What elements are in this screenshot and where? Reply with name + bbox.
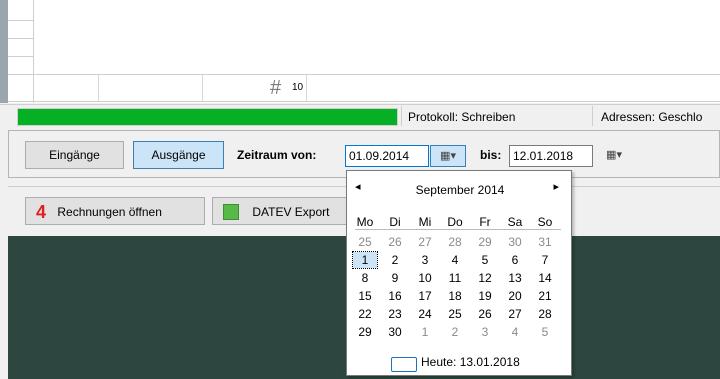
calendar-day-other-month[interactable]: 31 xyxy=(533,234,557,250)
datev-export-button[interactable]: DATEV Export xyxy=(212,197,352,225)
calendar-day[interactable]: 19 xyxy=(473,288,497,304)
calendar-day[interactable]: 11 xyxy=(443,270,467,286)
window-left-border xyxy=(0,0,8,103)
calendar-day-other-month[interactable]: 26 xyxy=(383,234,407,250)
calendar-day[interactable]: 24 xyxy=(413,306,437,322)
today-link[interactable]: Heute: 13.01.2018 xyxy=(421,355,520,369)
status-separator xyxy=(592,106,593,126)
calendar-weekday: Mi xyxy=(418,215,432,229)
calendar-day[interactable]: 4 xyxy=(443,252,467,268)
rechnungen-label: Rechnungen öffnen xyxy=(57,204,162,219)
grid-row-line xyxy=(8,20,34,21)
calendar-weekday: Do xyxy=(447,215,463,229)
calendar-day[interactable]: 23 xyxy=(383,306,407,322)
calendar-month-title[interactable]: September 2014 xyxy=(347,183,573,197)
calendar-day[interactable]: 29 xyxy=(353,324,377,340)
calendar-day[interactable]: 13 xyxy=(503,270,527,286)
calendar-day[interactable]: 16 xyxy=(383,288,407,304)
calendar-popup[interactable]: ◂ September 2014 ▸ Mo Di Mi Do Fr Sa So 25 26 27… xyxy=(346,170,572,376)
count-cell: # 10 xyxy=(270,78,330,98)
calendar-day-other-month[interactable]: 30 xyxy=(503,234,527,250)
bis-label: bis: xyxy=(480,148,502,162)
calendar-day[interactable]: 6 xyxy=(503,252,527,268)
calendar-day[interactable]: 7 xyxy=(533,252,557,268)
calendar-day[interactable]: 26 xyxy=(473,306,497,322)
datev-icon xyxy=(223,203,239,220)
grid-row-line xyxy=(8,56,34,57)
calendar-day[interactable]: 18 xyxy=(443,288,467,304)
calendar-day[interactable]: 17 xyxy=(413,288,437,304)
date-to-field[interactable]: 12.01.2018 xyxy=(509,145,593,167)
calendar-day[interactable]: 21 xyxy=(533,288,557,304)
grid-row-line xyxy=(8,38,34,39)
today-marker-icon xyxy=(391,357,417,372)
calendar-weekday: Di xyxy=(389,215,401,229)
calendar-day[interactable]: 9 xyxy=(383,270,407,286)
calendar-day[interactable]: 1 xyxy=(352,251,378,269)
status-adressen: Adressen: Geschlo xyxy=(601,110,703,124)
calendar-day-other-month[interactable]: 28 xyxy=(443,234,467,250)
calendar-icon: ▦ xyxy=(440,150,451,162)
status-protokoll: Protokoll: Schreiben xyxy=(408,110,516,124)
calendar-day[interactable]: 20 xyxy=(503,288,527,304)
grid-row-line xyxy=(8,74,720,75)
grid-col-line xyxy=(98,75,99,101)
chevron-down-icon: ▾ xyxy=(616,149,622,161)
calendar-day[interactable]: 5 xyxy=(473,252,497,268)
row-count: 10 xyxy=(292,82,304,93)
date-to-calendar-button[interactable]: ▦▾ xyxy=(596,145,632,167)
calendar-weekday: Mo xyxy=(356,215,374,229)
grid-row-line xyxy=(8,101,720,102)
zeitraum-label: Zeitraum von: xyxy=(237,148,317,162)
calendar-day[interactable]: 3 xyxy=(413,252,437,268)
calendar-weekday: So xyxy=(537,215,553,229)
calendar-day[interactable]: 28 xyxy=(533,306,557,322)
calendar-day[interactable]: 22 xyxy=(353,306,377,322)
calendar-weekday: Fr xyxy=(479,215,491,229)
grid-col-line xyxy=(202,75,203,101)
calendar-day-other-month[interactable]: 1 xyxy=(413,324,437,340)
calendar-icon: ▦ xyxy=(606,149,617,161)
calendar-day-other-month[interactable]: 4 xyxy=(503,324,527,340)
chevron-right-icon[interactable]: ▸ xyxy=(553,180,559,193)
calendar-day[interactable]: 25 xyxy=(443,306,467,322)
calendar-day[interactable]: 8 xyxy=(353,270,377,286)
calendar-day[interactable]: 12 xyxy=(473,270,497,286)
chevron-down-icon: ▾ xyxy=(450,150,456,162)
calendar-day[interactable]: 30 xyxy=(383,324,407,340)
datev-label: DATEV Export xyxy=(252,204,330,219)
ausgaenge-button[interactable]: Ausgänge xyxy=(133,141,224,169)
calendar-day-other-month[interactable]: 2 xyxy=(443,324,467,340)
progress-bar xyxy=(17,108,398,126)
eingaenge-button[interactable]: Eingänge xyxy=(25,141,124,169)
hash-icon: # xyxy=(270,77,282,99)
calendar-weekday: Sa xyxy=(507,215,523,229)
calendar-day-other-month[interactable]: 29 xyxy=(473,234,497,250)
date-from-field[interactable]: 01.09.2014 xyxy=(345,145,429,167)
data-grid[interactable]: # 10 xyxy=(0,0,720,103)
calendar-day[interactable]: 15 xyxy=(353,288,377,304)
calendar-day-other-month[interactable]: 5 xyxy=(533,324,557,340)
calendar-day[interactable]: 27 xyxy=(503,306,527,322)
calendar-day-other-month[interactable]: 25 xyxy=(353,234,377,250)
calendar-day[interactable]: 14 xyxy=(533,270,557,286)
date-from-calendar-button[interactable]: ▦▾ xyxy=(430,145,466,167)
rechnungen-count-icon: 4 xyxy=(36,201,47,222)
grid-row-header xyxy=(8,0,34,103)
calendar-day-other-month[interactable]: 27 xyxy=(413,234,437,250)
status-separator xyxy=(401,106,402,126)
calendar-day[interactable]: 2 xyxy=(383,252,407,268)
calendar-day[interactable]: 10 xyxy=(413,270,437,286)
calendar-day-other-month[interactable]: 3 xyxy=(473,324,497,340)
rechnungen-oeffnen-button[interactable]: 4 Rechnungen öffnen xyxy=(25,197,205,225)
calendar-divider xyxy=(355,229,561,230)
